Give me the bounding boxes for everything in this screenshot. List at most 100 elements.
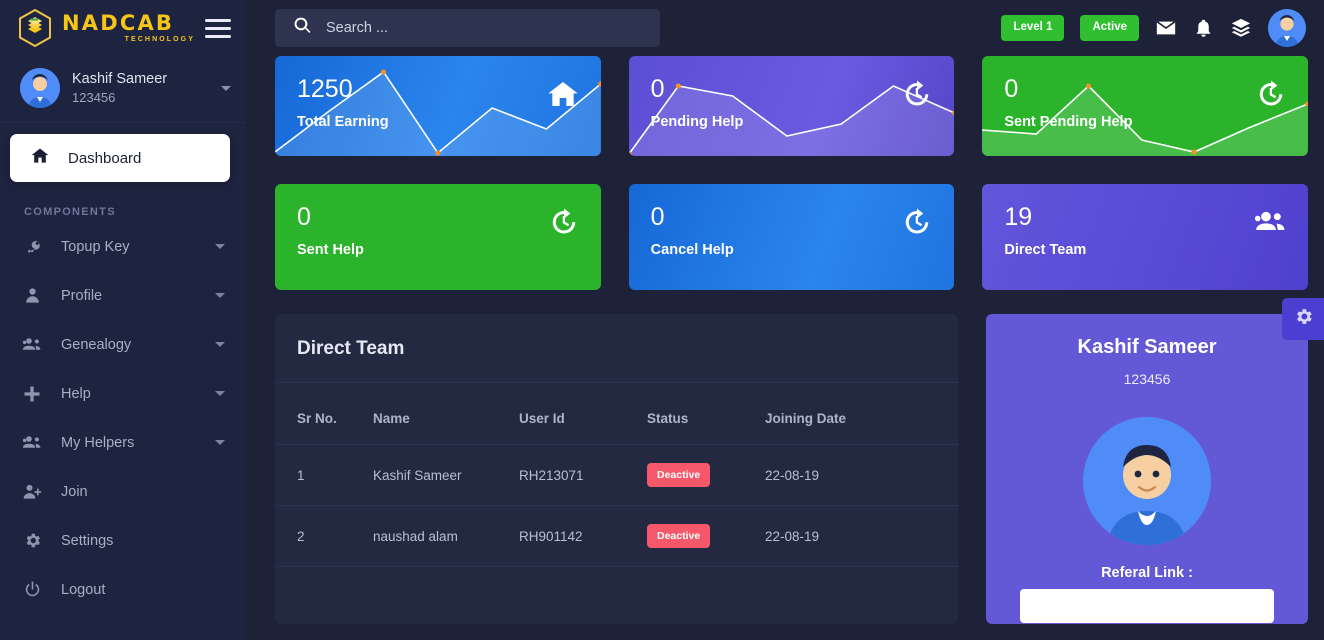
cell-sr-no: 1: [275, 444, 373, 506]
sidebar-user-box[interactable]: Kashif Sameer 123456: [0, 56, 245, 123]
chevron-down-icon: [215, 342, 225, 347]
cell-user-id: RH901142: [519, 505, 647, 567]
sidebar-item-join[interactable]: Join: [0, 467, 245, 516]
envelope-icon[interactable]: [1155, 17, 1177, 39]
power-icon: [21, 580, 43, 599]
stat-card-total-earning[interactable]: 1250 Total Earning: [275, 56, 601, 156]
status-badge[interactable]: Active: [1080, 15, 1139, 41]
sidebar-item-help[interactable]: Help: [0, 369, 245, 418]
sidebar-item-label: Profile: [61, 287, 103, 304]
direct-team-panel: Direct Team Sr No. Name User Id Status J…: [275, 314, 958, 624]
level-badge[interactable]: Level 1: [1001, 15, 1065, 41]
sidebar-item-dashboard[interactable]: Dashboard: [10, 134, 230, 182]
table-body: 1 Kashif Sameer RH213071 Deactive 22-08-…: [275, 444, 958, 567]
profile-card: Kashif Sameer 123456 Referal Link:: [986, 314, 1308, 624]
table-row[interactable]: 2 naushad alam RH901142 Deactive 22-08-1…: [275, 505, 958, 567]
sidebar-nav: Dashboard COMPONENTS Topup Key Profile G…: [0, 123, 245, 640]
stat-card-value: 1250: [297, 75, 353, 103]
table-header-row: Sr No. Name User Id Status Joining Date: [275, 383, 958, 445]
sidebar-item-label: Dashboard: [68, 149, 142, 167]
stat-card-pending-help[interactable]: 0 Pending Help: [628, 56, 955, 156]
history-icon: [902, 78, 932, 113]
bell-icon[interactable]: [1193, 18, 1214, 39]
status-badge: Deactive: [647, 524, 711, 548]
column-header-user-id: User Id: [519, 383, 647, 445]
cell-joining-date: 22-08-19: [765, 505, 958, 567]
referral-link-label: Referal Link :: [1101, 565, 1193, 581]
sidebar-section-title: COMPONENTS: [24, 206, 116, 218]
stat-card-label: Pending Help: [650, 114, 744, 131]
topbar-avatar[interactable]: [1268, 9, 1306, 47]
user-plus-icon: [21, 482, 43, 502]
chevron-down-icon: [215, 244, 225, 249]
stat-card-value: 19: [1004, 203, 1033, 231]
cell-status: Deactive: [647, 444, 765, 506]
referral-link-input[interactable]: [1020, 589, 1274, 623]
settings-floating-tab[interactable]: [1282, 298, 1324, 340]
brand-header: NADCAB TECHNOLOGY: [0, 0, 245, 56]
column-header-status: Status: [647, 383, 765, 445]
direct-team-table: Sr No. Name User Id Status Joining Date …: [275, 383, 958, 567]
search-input[interactable]: Search ...: [275, 9, 660, 47]
stat-cards-row-2: 0 Sent Help 0 Cancel Help 19 Direct Team: [275, 184, 1309, 290]
chevron-down-icon: [215, 440, 225, 445]
history-icon: [549, 206, 579, 241]
stat-card-label: Cancel Help: [650, 242, 734, 259]
table-header: Sr No. Name User Id Status Joining Date: [275, 383, 958, 445]
stat-card-value: 0: [650, 75, 665, 103]
sidebar-item-topup-key[interactable]: Topup Key: [0, 222, 245, 271]
sidebar-item-profile[interactable]: Profile: [0, 271, 245, 320]
sidebar-item-label: Help: [61, 385, 91, 402]
gear-icon: [21, 531, 43, 550]
sidebar-item-label: Logout: [61, 581, 106, 598]
stat-card-label: Sent Help: [297, 242, 364, 259]
users-icon: [21, 334, 43, 355]
sidebar-item-logout[interactable]: Logout: [0, 565, 245, 614]
profile-name: Kashif Sameer: [1077, 336, 1217, 358]
sidebar-item-genealogy[interactable]: Genealogy: [0, 320, 245, 369]
cell-status: Deactive: [647, 505, 765, 567]
user-icon: [21, 286, 43, 305]
stat-card-direct-team[interactable]: 19 Direct Team: [982, 184, 1309, 290]
search-icon: [293, 16, 312, 40]
stat-card-value: 0: [297, 203, 311, 231]
hexagon-stack-logo: [18, 8, 52, 48]
chevron-down-icon: [215, 391, 225, 396]
cell-joining-date: 22-08-19: [765, 444, 958, 506]
sidebar-user-id: 123456: [72, 90, 116, 105]
sidebar-item-label: Topup Key: [61, 238, 130, 255]
topbar: Search ... Level 1 Active: [245, 0, 1324, 56]
profile-avatar: [1083, 417, 1211, 545]
table-row[interactable]: 1 Kashif Sameer RH213071 Deactive 22-08-…: [275, 444, 958, 506]
sidebar-user-name: Kashif Sameer: [72, 71, 168, 87]
stat-card-cancel-help[interactable]: 0 Cancel Help: [628, 184, 955, 290]
stat-card-value: 0: [1004, 75, 1019, 103]
search-placeholder: Search ...: [326, 20, 389, 36]
chevron-down-icon[interactable]: [221, 85, 231, 91]
history-icon: [1256, 78, 1286, 113]
dashboard-app: NADCAB TECHNOLOGY Kashif Sameer 123456 D…: [0, 0, 1324, 640]
gear-icon: [1293, 306, 1314, 332]
sidebar-item-label: Genealogy: [61, 336, 132, 353]
sidebar-item-my-helpers[interactable]: My Helpers: [0, 418, 245, 467]
plus-icon: [21, 384, 43, 404]
brand-name: NADCAB: [62, 11, 175, 35]
home-icon: [547, 78, 579, 115]
profile-id: 123456: [1123, 371, 1171, 387]
cell-name: Kashif Sameer: [373, 444, 519, 506]
panel-header: Direct Team: [275, 314, 958, 383]
users-icon: [1254, 206, 1286, 243]
stat-card-sent-pending-help[interactable]: 0 Sent Pending Help: [982, 56, 1309, 156]
layers-icon[interactable]: [1230, 17, 1252, 39]
home-icon: [30, 146, 50, 171]
column-header-name: Name: [373, 383, 519, 445]
page-title: Direct Team: [297, 338, 405, 359]
sidebar-user-text: Kashif Sameer 123456: [72, 71, 209, 105]
stat-card-sent-help[interactable]: 0 Sent Help: [275, 184, 601, 290]
cell-user-id: RH213071: [519, 444, 647, 506]
hamburger-icon[interactable]: [205, 18, 231, 38]
stat-card-label: Sent Pending Help: [1004, 114, 1133, 131]
sidebar-item-settings[interactable]: Settings: [0, 516, 245, 565]
chevron-down-icon: [215, 293, 225, 298]
main-area: Search ... Level 1 Active 1250 Total Ear…: [245, 0, 1324, 640]
